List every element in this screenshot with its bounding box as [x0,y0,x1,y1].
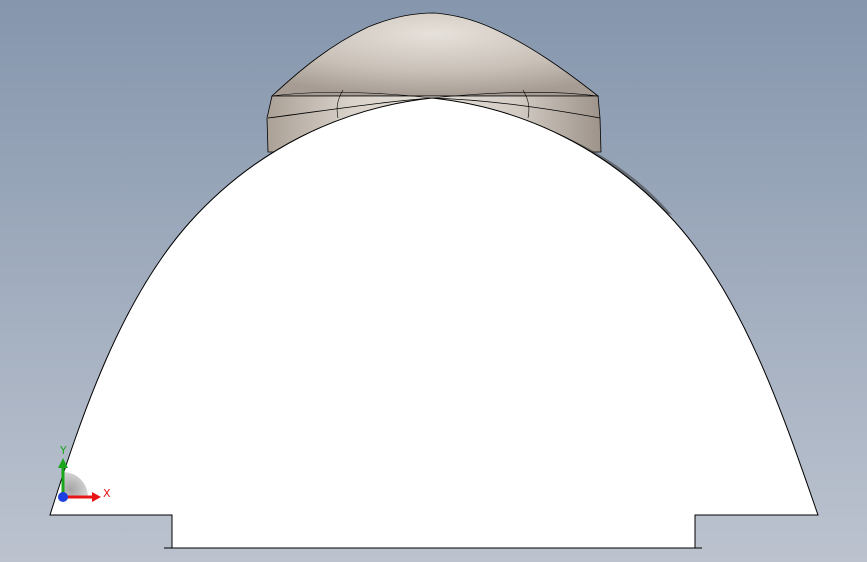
x-axis-label: X [103,487,111,500]
y-axis-label: Y [59,444,67,457]
model-canvas[interactable]: Y X [0,0,867,562]
z-axis-dot [58,492,68,502]
3d-viewport[interactable]: Y X [0,0,867,562]
